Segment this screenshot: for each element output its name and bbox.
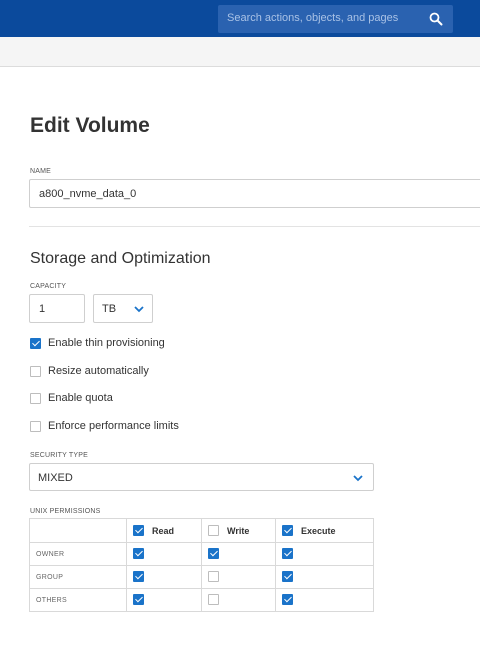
- search-input[interactable]: Search actions, objects, and pages: [227, 12, 398, 24]
- capacity-unit-value: TB: [102, 303, 117, 315]
- permissions-header-row: Read Write Execute: [29, 518, 374, 543]
- table-row: GROUP: [29, 565, 374, 589]
- checkbox-others-write[interactable]: [208, 593, 219, 605]
- section-divider: [29, 226, 480, 227]
- checkbox-enable-quota[interactable]: [30, 392, 41, 404]
- row-label-owner: OWNER: [29, 542, 127, 566]
- option-thin-provisioning[interactable]: Enable thin provisioning: [30, 335, 165, 351]
- checkbox-owner-read[interactable]: [133, 547, 144, 559]
- checkbox-thin-provisioning[interactable]: [30, 337, 41, 349]
- page-title: Edit Volume: [30, 114, 150, 137]
- checkbox-group-execute[interactable]: [282, 570, 293, 582]
- column-read[interactable]: Read: [126, 518, 202, 543]
- checkbox-performance-limits[interactable]: [30, 420, 41, 432]
- row-label-others: OTHERS: [29, 588, 127, 612]
- table-row: OWNER: [29, 542, 374, 566]
- option-label: Enable thin provisioning: [48, 337, 165, 349]
- top-header-bar: Search actions, objects, and pages: [0, 0, 480, 37]
- checkbox-group-read[interactable]: [133, 570, 144, 582]
- chevron-down-icon: [134, 306, 144, 313]
- checkbox-write-all[interactable]: [208, 525, 219, 536]
- option-label: Resize automatically: [48, 365, 149, 377]
- table-row: OTHERS: [29, 588, 374, 612]
- capacity-label: CAPACITY: [30, 283, 67, 290]
- unix-permissions-label: UNIX PERMISSIONS: [30, 508, 101, 515]
- column-write[interactable]: Write: [201, 518, 276, 543]
- column-execute[interactable]: Execute: [275, 518, 374, 543]
- global-search[interactable]: Search actions, objects, and pages: [218, 5, 453, 33]
- capacity-input[interactable]: 1: [29, 294, 85, 323]
- name-field[interactable]: a800_nvme_data_0: [29, 179, 480, 208]
- option-enable-quota[interactable]: Enable quota: [30, 390, 113, 406]
- column-write-label: Write: [227, 525, 250, 536]
- option-label: Enforce performance limits: [48, 420, 179, 432]
- sub-toolbar: [0, 37, 480, 67]
- checkbox-execute-all[interactable]: [282, 525, 293, 536]
- checkbox-owner-execute[interactable]: [282, 547, 293, 559]
- capacity-unit-select[interactable]: TB: [93, 294, 153, 323]
- name-label: NAME: [30, 168, 52, 175]
- search-icon[interactable]: [429, 12, 443, 26]
- security-type-value: MIXED: [38, 472, 73, 484]
- checkbox-group-write[interactable]: [208, 570, 219, 582]
- checkbox-resize-automatically[interactable]: [30, 365, 41, 377]
- column-execute-label: Execute: [301, 525, 336, 536]
- option-resize-automatically[interactable]: Resize automatically: [30, 363, 149, 379]
- checkbox-owner-write[interactable]: [208, 547, 219, 559]
- security-type-label: SECURITY TYPE: [30, 452, 88, 459]
- checkbox-others-read[interactable]: [133, 593, 144, 605]
- checkbox-read-all[interactable]: [133, 525, 144, 536]
- empty-header-cell: [29, 518, 127, 543]
- option-label: Enable quota: [48, 392, 113, 404]
- option-performance-limits[interactable]: Enforce performance limits: [30, 418, 179, 434]
- unix-permissions-table: Read Write Execute OWNER GROUP OTHERS: [29, 518, 374, 612]
- section-title-storage: Storage and Optimization: [30, 250, 211, 267]
- column-read-label: Read: [152, 525, 175, 536]
- checkbox-others-execute[interactable]: [282, 593, 293, 605]
- row-label-group: GROUP: [29, 565, 127, 589]
- chevron-down-icon: [353, 475, 363, 482]
- security-type-select[interactable]: MIXED: [29, 463, 374, 491]
